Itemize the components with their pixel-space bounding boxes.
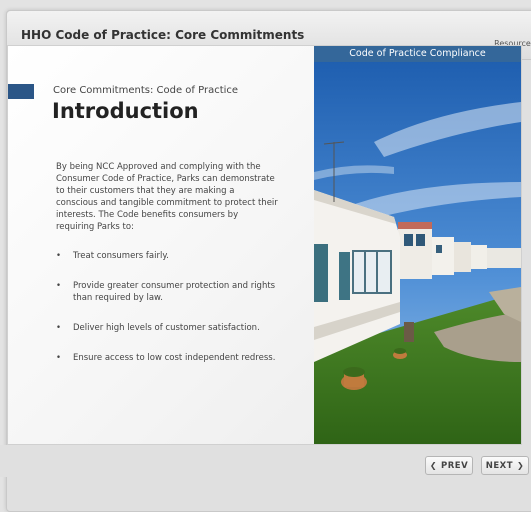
prev-button[interactable]: ❮ PREV xyxy=(425,456,473,475)
slide-subtitle: Core Commitments: Code of Practice xyxy=(53,85,239,96)
benefits-list: • Treat consumers fairly. • Provide greate… xyxy=(56,250,278,382)
bullet-icon: • xyxy=(56,353,62,363)
list-item: • Ensure access to low cost independent r… xyxy=(56,352,278,364)
list-item-text: Treat consumers fairly. xyxy=(73,251,169,261)
chevron-right-icon: ❯ xyxy=(517,461,525,470)
list-item: • Provide greater consumer protection and… xyxy=(56,280,278,304)
intro-paragraph: By being NCC Approved and complying with… xyxy=(56,162,278,232)
list-item: • Deliver high levels of customer satisfa… xyxy=(56,322,278,334)
bullet-icon: • xyxy=(56,323,62,333)
slide-content: Core Commitments: Code of Practice Intro… xyxy=(7,45,522,445)
next-button-label: NEXT xyxy=(485,460,514,471)
bullet-icon: • xyxy=(56,251,62,261)
list-item-text: Deliver high levels of customer satisfac… xyxy=(73,323,260,333)
slide-text-panel: Core Commitments: Code of Practice Intro… xyxy=(8,46,314,444)
list-item: • Treat consumers fairly. xyxy=(56,250,278,262)
list-item-text: Provide greater consumer protection and … xyxy=(73,281,276,303)
list-item-text: Ensure access to low cost independent re… xyxy=(73,353,276,363)
chevron-left-icon: ❮ xyxy=(429,461,438,470)
slide-title: Introduction xyxy=(52,99,199,123)
caravan-park-photo xyxy=(314,62,521,444)
next-button[interactable]: NEXT ❯ xyxy=(481,456,529,475)
prev-button-label: PREV xyxy=(441,460,469,471)
bullet-icon: • xyxy=(56,281,62,291)
image-header: Code of Practice Compliance xyxy=(314,46,521,62)
course-title: HHO Code of Practice: Core Commitments xyxy=(21,28,305,42)
accent-block xyxy=(8,84,34,99)
